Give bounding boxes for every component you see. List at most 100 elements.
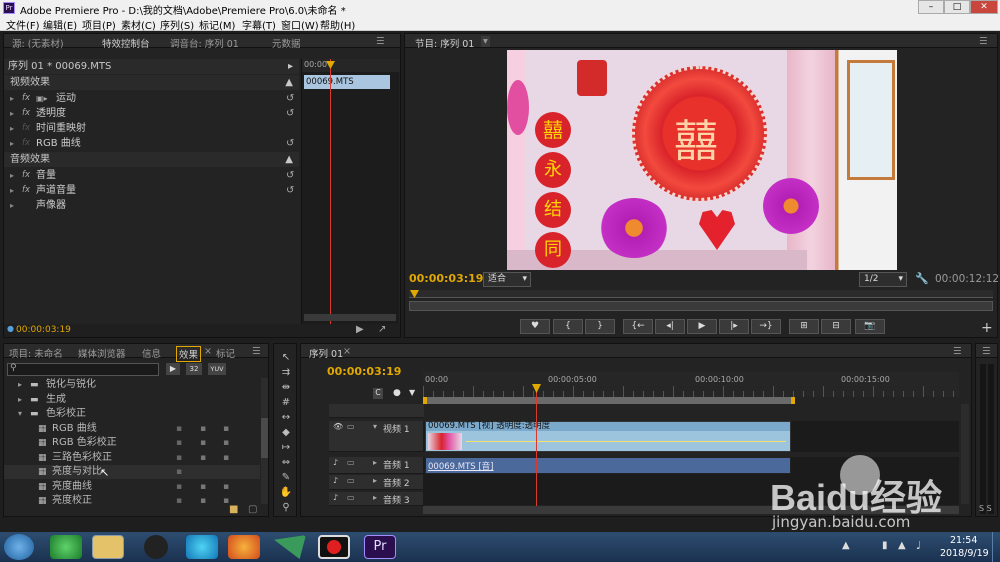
tab-project[interactable]: 项目: 未命名 bbox=[9, 346, 63, 360]
yuv-badge[interactable]: YUV bbox=[208, 363, 226, 375]
effect-current-time[interactable]: 00:00:03:19 bbox=[16, 325, 71, 335]
expand-arrow-icon[interactable]: ▸ bbox=[10, 198, 14, 213]
snap-icon[interactable]: C bbox=[373, 388, 383, 399]
effects-tree-item[interactable]: ▦ 亮度与对比 ▪ bbox=[4, 465, 260, 479]
fx-badge[interactable]: fx bbox=[22, 136, 30, 151]
clock-time[interactable]: 21:54 bbox=[950, 535, 977, 546]
cursor-app-icon[interactable] bbox=[274, 535, 306, 559]
close-button[interactable]: ✕ bbox=[970, 0, 998, 14]
expand-arrow-icon[interactable]: ▸ bbox=[10, 168, 14, 183]
effects-tree-item[interactable]: ▦ RGB 色彩校正 ▪ ▪ ▪ bbox=[4, 436, 260, 450]
expand-arrow-icon[interactable]: ▸ bbox=[373, 476, 377, 485]
zoom-tool-icon[interactable]: ⚲ bbox=[279, 502, 293, 514]
tab-source[interactable]: 源: (无素材) bbox=[12, 36, 64, 50]
tab-info[interactable]: 信息 bbox=[142, 346, 161, 360]
mini-playhead[interactable] bbox=[330, 59, 331, 324]
lock-icon[interactable]: ▭ bbox=[347, 476, 355, 485]
menu-sequence[interactable]: 序列(S) bbox=[160, 17, 194, 32]
speaker-icon[interactable]: ♪ bbox=[333, 458, 338, 467]
qq-app-icon[interactable] bbox=[144, 535, 168, 559]
chat-app-icon[interactable] bbox=[186, 535, 218, 559]
ie-app-icon[interactable] bbox=[50, 535, 82, 559]
slip-tool-icon[interactable]: ↦ bbox=[279, 442, 293, 454]
effects-tree-item[interactable]: ▸ ▬ 锐化与锐化 bbox=[4, 378, 260, 392]
expand-arrow-icon[interactable]: ▸ bbox=[10, 121, 14, 136]
timeline-ruler[interactable]: 00:00 00:00:05:00 00:00:10:00 00:00:15:00 bbox=[423, 372, 959, 397]
tab-audio-mixer[interactable]: 调音台: 序列 01 bbox=[170, 36, 239, 50]
add-marker-button[interactable]: ♥ bbox=[520, 319, 550, 334]
hand-tool-icon[interactable]: ✋ bbox=[279, 487, 293, 499]
fx-badge[interactable]: fx bbox=[22, 168, 30, 183]
menu-edit[interactable]: 编辑(E) bbox=[43, 17, 77, 32]
toggle-audio-icon[interactable]: ↗ bbox=[378, 324, 386, 335]
volume-icon[interactable]: ♩ bbox=[916, 539, 921, 552]
start-button[interactable] bbox=[4, 534, 34, 560]
maximize-button[interactable]: □ bbox=[944, 0, 970, 14]
close-tab-icon[interactable]: × bbox=[204, 346, 212, 357]
video-effect-row[interactable]: ▸ fx RGB 曲线 ↺ bbox=[4, 136, 299, 151]
panel-menu-icon[interactable]: ☰ bbox=[953, 346, 962, 357]
fx-badge[interactable]: fx bbox=[22, 91, 30, 106]
fx-badge[interactable]: fx bbox=[22, 183, 30, 198]
delete-icon[interactable]: ▢ bbox=[248, 504, 257, 515]
eye-icon[interactable]: 👁 bbox=[333, 422, 343, 431]
video-effect-row[interactable]: ▸ fx 时间重映射 bbox=[4, 121, 299, 136]
speaker-icon[interactable]: ♪ bbox=[333, 476, 338, 485]
fit-dropdown[interactable]: 适合 ▾ bbox=[483, 272, 531, 287]
mark-in-button[interactable]: { bbox=[553, 319, 583, 334]
lock-icon[interactable]: ▭ bbox=[347, 493, 355, 502]
transform-icon[interactable]: ▣▸ bbox=[36, 91, 48, 106]
lift-button[interactable]: ⊞ bbox=[789, 319, 819, 334]
accelerated-effects-icon[interactable]: ▶ bbox=[166, 363, 180, 375]
menu-title[interactable]: 字幕(T) bbox=[242, 17, 276, 32]
rate-stretch-tool-icon[interactable]: ↔ bbox=[279, 412, 293, 424]
audio-effect-row[interactable]: ▸ fx 音量 ↺ bbox=[4, 168, 299, 183]
effects-tree-item[interactable]: ▦ 三路色彩校正 ▪ ▪ ▪ bbox=[4, 451, 260, 465]
track-header[interactable]: 👁 ▭ ▾ 视频 1 bbox=[329, 421, 424, 452]
new-bin-icon[interactable]: ■ bbox=[229, 504, 238, 515]
selection-tool-icon[interactable]: ↖ bbox=[279, 352, 293, 364]
marker-icon[interactable]: ● bbox=[393, 388, 401, 398]
program-current-time[interactable]: 00:00:03:19 bbox=[409, 272, 483, 285]
work-area-end-icon[interactable] bbox=[791, 397, 795, 404]
tab-program[interactable]: 节目: 序列 01 bbox=[415, 36, 474, 50]
fx-badge[interactable]: fx bbox=[22, 106, 30, 121]
premiere-taskbar-icon[interactable]: Pr bbox=[364, 535, 396, 559]
rolling-edit-tool-icon[interactable]: # bbox=[279, 397, 293, 409]
add-button-icon[interactable]: + bbox=[981, 320, 993, 336]
tab-media-browser[interactable]: 媒体浏览器 bbox=[78, 346, 126, 360]
timeline-playhead[interactable] bbox=[536, 384, 537, 508]
opacity-rubber-band[interactable] bbox=[466, 441, 786, 442]
tab-markers[interactable]: 标记 bbox=[216, 346, 235, 360]
expand-arrow-icon[interactable]: ▾ bbox=[373, 422, 377, 431]
menu-help[interactable]: 帮助(H) bbox=[320, 17, 355, 32]
program-scrollbar[interactable] bbox=[409, 301, 993, 311]
close-tab-icon[interactable]: × bbox=[343, 346, 351, 357]
razor-tool-icon[interactable]: ◆ bbox=[279, 427, 293, 439]
menu-window[interactable]: 窗口(W) bbox=[281, 17, 319, 32]
menu-file[interactable]: 文件(F) bbox=[6, 17, 40, 32]
effects-tree-item[interactable]: ▾ ▬ 色彩校正 bbox=[4, 407, 260, 421]
program-dropdown-icon[interactable]: ▾ bbox=[481, 36, 490, 47]
reset-icon[interactable]: ↺ bbox=[286, 168, 294, 183]
mini-clip[interactable]: 00069.MTS bbox=[304, 75, 390, 89]
expand-arrow-icon[interactable]: ▸ bbox=[18, 393, 22, 407]
mark-out-button[interactable]: } bbox=[585, 319, 615, 334]
tab-effects[interactable]: 效果 bbox=[176, 346, 202, 362]
show-hidden-icons-icon[interactable]: ▲ bbox=[842, 540, 850, 551]
menu-clip[interactable]: 素材(C) bbox=[121, 17, 156, 32]
video-clip[interactable]: 00069.MTS [视] 透明度:透明度 bbox=[425, 421, 791, 452]
clock-date[interactable]: 2018/9/19 bbox=[940, 548, 989, 559]
go-to-out-button[interactable]: →} bbox=[751, 319, 781, 334]
speaker-icon[interactable]: ♪ bbox=[333, 493, 338, 502]
audio-effect-row[interactable]: ▸ fx 声道音量 ↺ bbox=[4, 183, 299, 198]
reset-icon[interactable]: ↺ bbox=[286, 91, 294, 106]
effects-scrollbar[interactable] bbox=[261, 378, 268, 504]
expand-arrow-icon[interactable]: ▸ bbox=[288, 59, 293, 74]
chevron-down-icon[interactable]: ▾ bbox=[18, 407, 22, 421]
reset-icon[interactable]: ↺ bbox=[286, 136, 294, 151]
tab-metadata[interactable]: 元数据 bbox=[272, 36, 301, 50]
expand-arrow-icon[interactable]: ▸ bbox=[373, 458, 377, 467]
lock-icon[interactable]: ▭ bbox=[347, 422, 355, 431]
show-desktop-button[interactable] bbox=[992, 532, 1000, 562]
